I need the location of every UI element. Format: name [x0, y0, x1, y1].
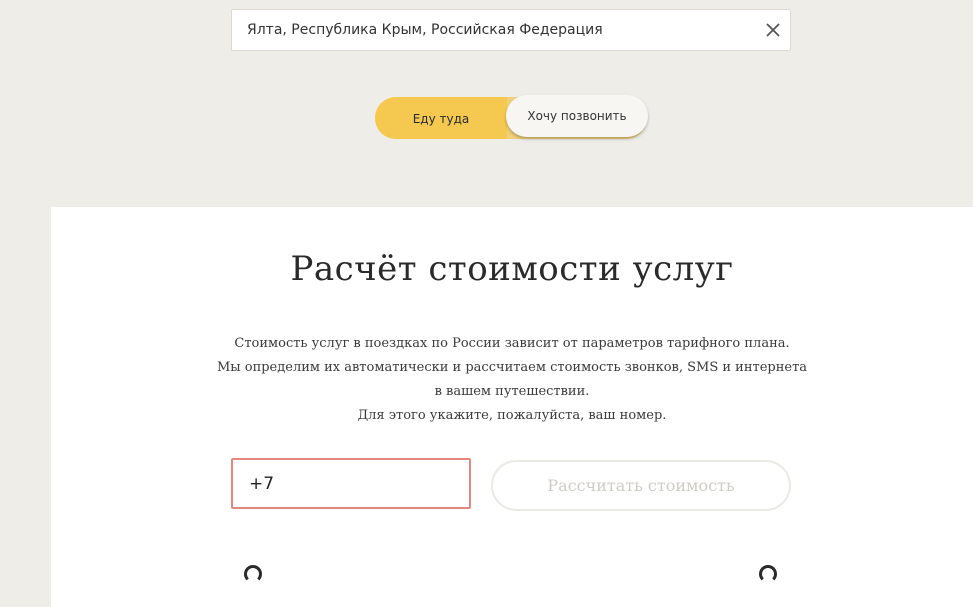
calculator-description: Стоимость услуг в поездках по России зав…	[51, 332, 973, 428]
page-title: Расчёт стоимости услуг	[290, 249, 734, 289]
toggle-option-call[interactable]: Хочу позвонить	[506, 95, 648, 137]
description-line: Мы определим их автоматически и рассчита…	[216, 360, 808, 375]
description-line: Для этого укажите, пожалуйста, ваш номер…	[357, 408, 667, 423]
phone-number-input[interactable]	[231, 458, 471, 509]
calculate-cost-button[interactable]: Рассчитать стоимость	[491, 460, 791, 511]
description-line: Стоимость услуг в поездках по России зав…	[234, 336, 790, 351]
section-heading-fragment	[244, 565, 262, 583]
location-search-field[interactable]: Ялта, Республика Крым, Российская Федера…	[231, 9, 791, 51]
description-line: в вашем путешествии.	[434, 384, 590, 399]
toggle-option-travel[interactable]: Еду туда	[375, 97, 507, 139]
trip-mode-toggle[interactable]: Еду туда Хочу позвонить	[375, 95, 648, 139]
cost-calculator-card: Расчёт стоимости услуг Стоимость услуг в…	[51, 207, 973, 607]
section-heading-fragment	[759, 565, 777, 583]
location-search-value[interactable]: Ялта, Республика Крым, Российская Федера…	[247, 22, 603, 38]
close-icon[interactable]	[762, 19, 784, 41]
